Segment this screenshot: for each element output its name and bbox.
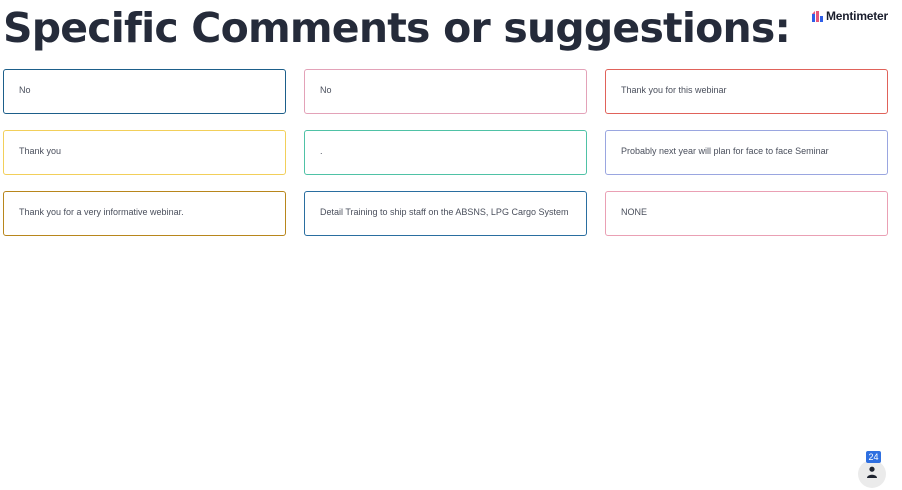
response-card: Thank you for a very informative webinar… bbox=[3, 191, 286, 236]
response-text: No bbox=[320, 85, 332, 95]
response-text: . bbox=[320, 146, 323, 156]
responses-grid: No No Thank you for this webinar Thank y… bbox=[3, 69, 888, 236]
response-card: No bbox=[304, 69, 587, 114]
mentimeter-logo-icon bbox=[811, 10, 823, 22]
response-text: NONE bbox=[621, 207, 648, 217]
participant-avatar[interactable] bbox=[858, 460, 886, 488]
response-card: Thank you bbox=[3, 130, 286, 175]
mentimeter-brand: Mentimeter bbox=[811, 9, 888, 23]
response-text: Thank you for a very informative webinar… bbox=[19, 207, 184, 217]
response-card: NONE bbox=[605, 191, 888, 236]
response-text: Thank you bbox=[19, 146, 62, 156]
response-text: Probably next year will plan for face to… bbox=[621, 146, 829, 156]
response-card: No bbox=[3, 69, 286, 114]
participant-count-badge: 24 bbox=[866, 451, 881, 463]
presentation-slide: Specific Comments or suggestions: Mentim… bbox=[0, 0, 902, 490]
response-card: Probably next year will plan for face to… bbox=[605, 130, 888, 175]
participant-counter[interactable]: 24 bbox=[857, 449, 889, 489]
person-icon bbox=[866, 465, 878, 483]
brand-name: Mentimeter bbox=[825, 9, 888, 23]
response-card: . bbox=[304, 130, 587, 175]
response-text: Detail Training to ship staff on the ABS… bbox=[320, 207, 569, 217]
response-card: Thank you for this webinar bbox=[605, 69, 888, 114]
response-text: Thank you for this webinar bbox=[621, 85, 727, 95]
slide-title: Specific Comments or suggestions: bbox=[3, 4, 791, 52]
response-card: Detail Training to ship staff on the ABS… bbox=[304, 191, 587, 236]
response-text: No bbox=[19, 85, 31, 95]
